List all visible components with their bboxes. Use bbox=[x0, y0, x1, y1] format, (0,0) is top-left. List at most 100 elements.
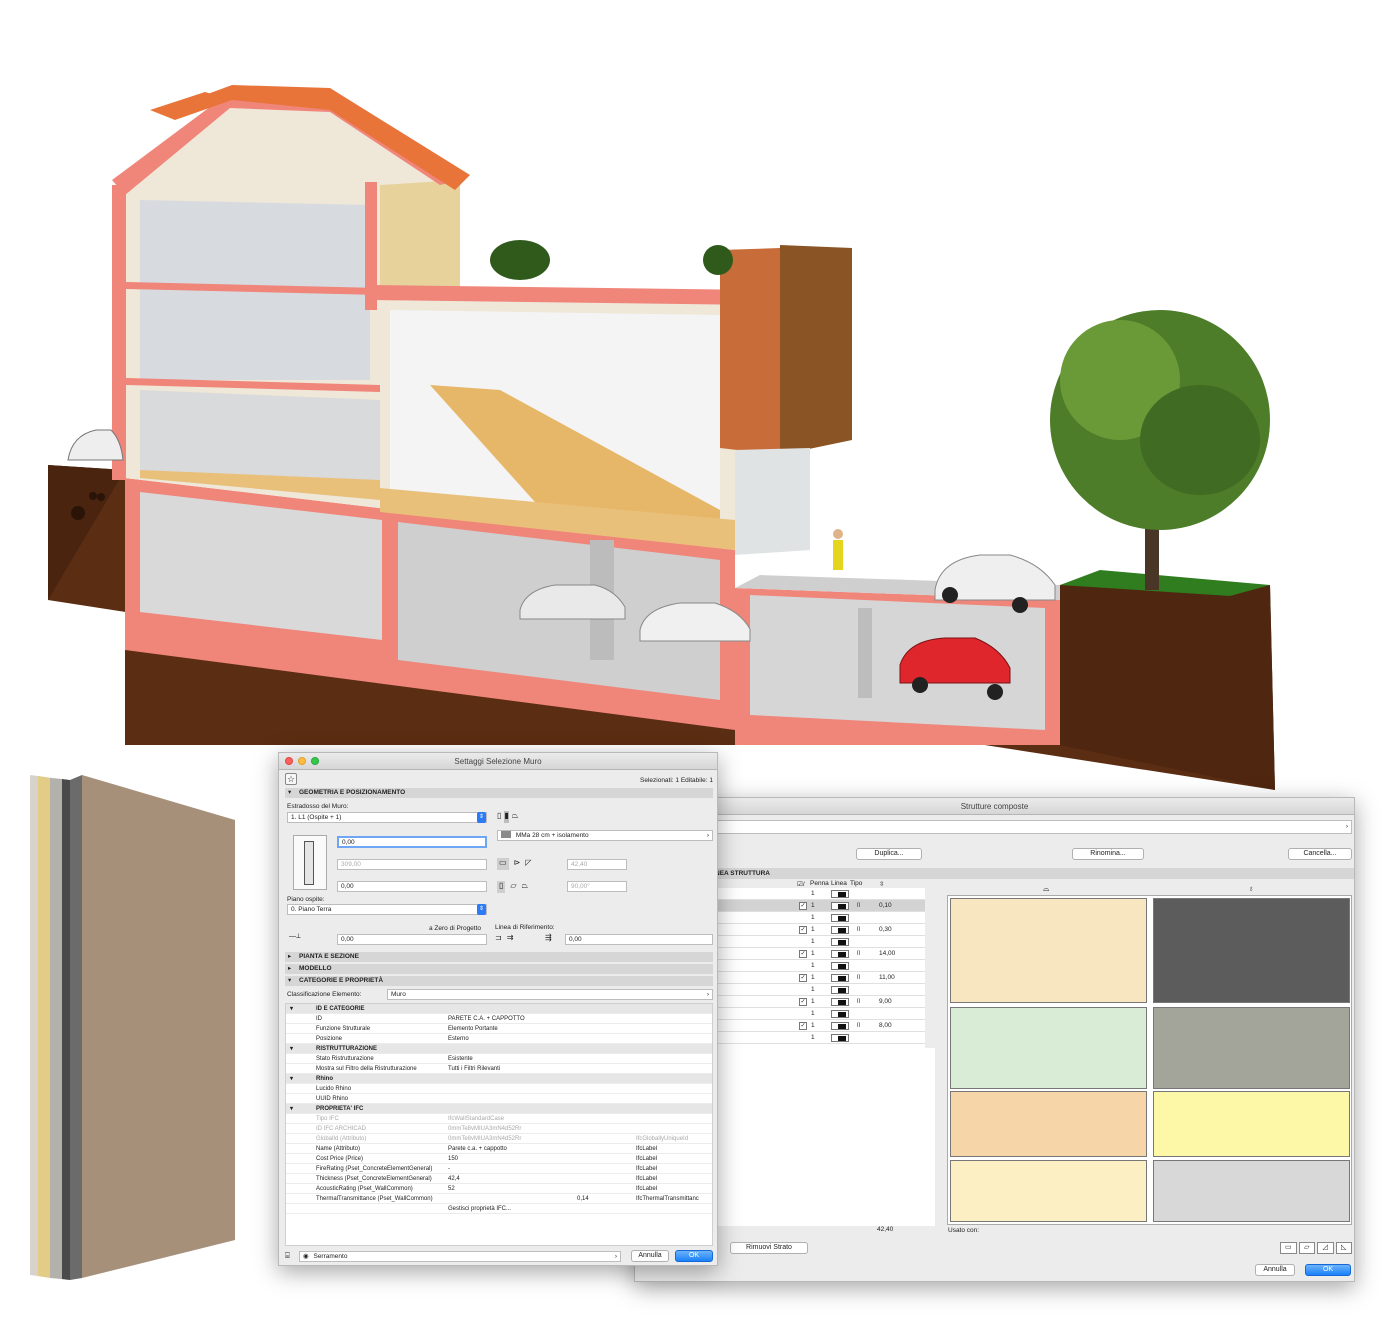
layer-line-type[interactable] bbox=[831, 950, 849, 958]
favorites-star-icon[interactable]: ☆ bbox=[285, 773, 297, 785]
project-zero-input[interactable]: 0,00 bbox=[337, 934, 487, 945]
polygon-wall-icon[interactable]: ⏢ bbox=[512, 811, 518, 823]
ref-line-outside-icon[interactable]: ⊐ bbox=[495, 933, 502, 945]
swatch-sand-surface[interactable] bbox=[1153, 1007, 1350, 1089]
property-value[interactable]: Esistente bbox=[448, 1054, 473, 1064]
layer-line-type[interactable] bbox=[831, 1034, 849, 1042]
property-group[interactable]: ▾ ID E CATEGORIE bbox=[286, 1004, 712, 1014]
property-group[interactable]: ▾ PROPRIETA' IFC bbox=[286, 1104, 712, 1114]
layer-pen[interactable]: 1 bbox=[811, 960, 815, 972]
property-value[interactable]: 0mmTe8vMIUA3mN4d52Rr bbox=[448, 1134, 521, 1144]
home-story-select[interactable]: 0. Piano Terra ⇕ bbox=[287, 904, 487, 915]
property-row[interactable]: Tipo IFC IfcWallStandardCase bbox=[286, 1114, 712, 1124]
property-row[interactable]: ThermalTransmittance (Pset_WallCommon) 0,… bbox=[286, 1194, 712, 1204]
zoom-icon[interactable] bbox=[311, 757, 319, 765]
favorites-icon[interactable]: ⌸ bbox=[285, 1251, 297, 1261]
property-group[interactable]: ▾ Rhino bbox=[286, 1074, 712, 1084]
disclosure-open-icon[interactable]: ▾ bbox=[290, 1004, 293, 1014]
rename-button[interactable]: Rinomina... bbox=[1072, 848, 1144, 860]
layer-pen[interactable]: 1 bbox=[811, 984, 815, 996]
section-plan[interactable]: ▸ PIANTA E SEZIONE bbox=[285, 952, 713, 962]
layer-line-type[interactable] bbox=[831, 1010, 849, 1018]
swatch-greypor-hatch[interactable] bbox=[950, 1091, 1147, 1157]
base-offset-input[interactable]: 0,00 bbox=[337, 881, 487, 892]
trapezoid-profile-icon[interactable]: ⊳ bbox=[514, 858, 521, 870]
layer-checkbox[interactable]: ✓ bbox=[799, 974, 807, 982]
wall-height-input[interactable]: 309,00 bbox=[337, 859, 487, 870]
layer-thickness[interactable]: 14,00 bbox=[879, 948, 895, 960]
layer-line-type[interactable] bbox=[831, 902, 849, 910]
minimize-icon[interactable] bbox=[298, 757, 306, 765]
slanted-wall-icon[interactable]: ⏥ bbox=[510, 881, 516, 893]
wall-cancel-button[interactable]: Annulla bbox=[631, 1250, 669, 1262]
vertical-wall-icon[interactable]: ▯ bbox=[497, 881, 506, 893]
section-geometry[interactable]: ▾ GEOMETRIA E POSIZIONAMENTO bbox=[285, 788, 713, 798]
swatch-gypsum-hatch[interactable] bbox=[950, 1160, 1147, 1222]
layer-pen[interactable]: 1 bbox=[811, 996, 815, 1008]
layer-checkbox[interactable]: ✓ bbox=[799, 998, 807, 1006]
favorite-select[interactable]: ◉ Serramento › bbox=[299, 1251, 621, 1262]
top-wall-select[interactable]: 1. L1 (Ospite + 1) ⇕ bbox=[287, 812, 487, 823]
shell-tool-icon[interactable]: ◺ bbox=[1335, 1242, 1352, 1254]
composite-select[interactable]: MMa 28 cm + isolamento › bbox=[497, 830, 713, 841]
lock-icon[interactable]: ⌷ bbox=[857, 924, 861, 936]
layer-pen[interactable]: 1 bbox=[811, 900, 815, 912]
ref-offset-input[interactable]: 0,00 bbox=[565, 934, 713, 945]
layer-line-type[interactable] bbox=[831, 962, 849, 970]
property-row[interactable]: Name (Attributo) Parete c.a. + cappotto If… bbox=[286, 1144, 712, 1154]
layer-line-type[interactable] bbox=[831, 998, 849, 1006]
property-row[interactable]: AcousticRating (Pset_WallCommon) 52 IfcLab… bbox=[286, 1184, 712, 1194]
property-row[interactable]: Posizione Esterno bbox=[286, 1034, 712, 1044]
property-value[interactable]: IfcWallStandardCase bbox=[448, 1114, 504, 1124]
property-row[interactable]: Stato Ristrutturazione Esistente bbox=[286, 1054, 712, 1064]
property-value[interactable]: 0mmTe8vMIUA3mN4d52Rr bbox=[448, 1124, 521, 1134]
lock-icon[interactable]: ⌷ bbox=[857, 948, 861, 960]
swatch-gypsum-surface[interactable] bbox=[1153, 1160, 1350, 1222]
roof-tool-icon[interactable]: ◿ bbox=[1317, 1242, 1334, 1254]
trapezoid-wall-icon[interactable]: ▮ bbox=[504, 811, 509, 823]
layer-line-type[interactable] bbox=[831, 914, 849, 922]
disclosure-open-icon[interactable]: ▾ bbox=[290, 1104, 293, 1114]
layer-line-type[interactable] bbox=[831, 986, 849, 994]
property-row[interactable]: Cost Price (Price) 150 IfcLabel bbox=[286, 1154, 712, 1164]
swatch-plaster-surface[interactable] bbox=[1153, 898, 1350, 1003]
layer-pen[interactable]: 1 bbox=[811, 948, 815, 960]
property-row[interactable]: ID PARETE C.A. + CAPPOTTO bbox=[286, 1014, 712, 1024]
delete-button[interactable]: Cancella... bbox=[1288, 848, 1352, 860]
property-row[interactable]: Gestisci proprietà IFC... bbox=[286, 1204, 712, 1214]
layer-line-type[interactable] bbox=[831, 890, 849, 898]
property-row[interactable]: FireRating (Pset_ConcreteElementGeneral)… bbox=[286, 1164, 712, 1174]
layer-thickness[interactable]: 8,00 bbox=[879, 1020, 892, 1032]
lock-icon[interactable]: ⌷ bbox=[857, 900, 861, 912]
layer-checkbox[interactable]: ✓ bbox=[799, 950, 807, 958]
property-row[interactable]: Mostra sul Filtro della Ristrutturazione… bbox=[286, 1064, 712, 1074]
layer-thickness[interactable]: 9,00 bbox=[879, 996, 892, 1008]
wall-tool-icon[interactable]: ▭ bbox=[1280, 1242, 1297, 1254]
property-value[interactable]: Gestisci proprietà IFC... bbox=[448, 1204, 511, 1214]
layer-thickness[interactable]: 11,00 bbox=[879, 972, 895, 984]
swatch-greypor-surface[interactable] bbox=[1153, 1091, 1350, 1157]
wall-ok-button[interactable]: OK bbox=[675, 1250, 713, 1262]
swatch-plaster-hatch[interactable] bbox=[950, 898, 1147, 1003]
layer-checkbox[interactable]: ✓ bbox=[799, 926, 807, 934]
property-value[interactable]: - bbox=[448, 1164, 450, 1174]
layer-pen[interactable]: 1 bbox=[811, 912, 815, 924]
top-offset-input[interactable]: 0,00 bbox=[337, 836, 487, 848]
property-value[interactable]: Tutti i Filtri Rilevanti bbox=[448, 1064, 500, 1074]
layer-pen[interactable]: 1 bbox=[811, 888, 815, 900]
wall-angle-input[interactable]: 90,00° bbox=[567, 881, 627, 892]
property-group[interactable]: ▾ RISTRUTTURAZIONE bbox=[286, 1044, 712, 1054]
composite-ok-button[interactable]: OK bbox=[1305, 1264, 1351, 1276]
layer-pen[interactable]: 1 bbox=[811, 924, 815, 936]
property-value[interactable]: Esterno bbox=[448, 1034, 469, 1044]
slab-tool-icon[interactable]: ▱ bbox=[1298, 1242, 1315, 1254]
layer-line-type[interactable] bbox=[831, 1022, 849, 1030]
layer-checkbox[interactable]: ✓ bbox=[799, 1022, 807, 1030]
layer-line-type[interactable] bbox=[831, 938, 849, 946]
lock-icon[interactable]: ⌷ bbox=[857, 996, 861, 1008]
project-zero-dropdown[interactable]: a Zero di Progetto bbox=[429, 925, 481, 932]
wall-thickness-input[interactable]: 42,40 bbox=[567, 859, 627, 870]
remove-layer-button[interactable]: Rimuovi Strato bbox=[730, 1242, 808, 1254]
property-value[interactable]: PARETE C.A. + CAPPOTTO bbox=[448, 1014, 525, 1024]
layer-pen[interactable]: 1 bbox=[811, 1008, 815, 1020]
